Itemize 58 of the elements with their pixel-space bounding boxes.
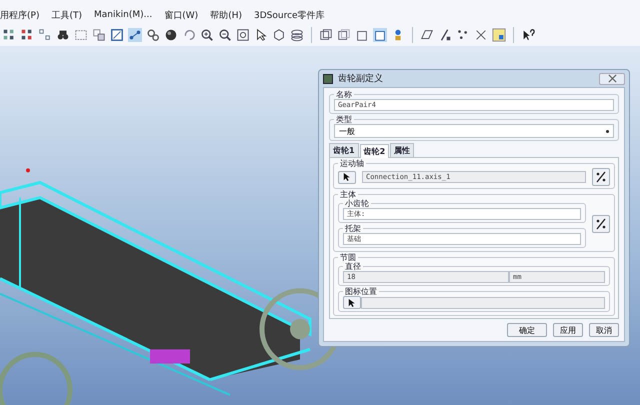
- no-hidden-icon[interactable]: [355, 28, 369, 42]
- dialog-button[interactable]: 应用: [553, 323, 583, 337]
- sphere-icon[interactable]: [164, 28, 178, 42]
- menu-item[interactable]: Manikin(M)...: [94, 10, 152, 20]
- menu-item[interactable]: 窗口(W): [164, 8, 198, 22]
- grid-icon[interactable]: [38, 28, 52, 42]
- grid-icon[interactable]: [20, 28, 34, 42]
- menu-item[interactable]: 帮助(H): [210, 8, 242, 22]
- group-label: 托架: [344, 224, 362, 233]
- dropdown-value: 一般: [339, 126, 355, 136]
- dropdown[interactable]: 一般: [334, 124, 614, 138]
- shaded-cube-icon[interactable]: [373, 28, 387, 42]
- close-button[interactable]: [599, 72, 625, 84]
- window-icon: [323, 74, 333, 84]
- window-icon[interactable]: [110, 28, 124, 42]
- help-icon[interactable]: [521, 28, 535, 42]
- tab[interactable]: 属性: [390, 143, 414, 157]
- cursor-icon[interactable]: [348, 298, 356, 308]
- menu-item[interactable]: 工具(T): [51, 8, 82, 22]
- hidden-line-icon[interactable]: [337, 28, 351, 42]
- window-title: 齿轮副定义: [338, 72, 384, 85]
- stack-icon[interactable]: [290, 28, 304, 42]
- flip-icon[interactable]: [595, 171, 607, 183]
- points-icon[interactable]: [456, 28, 470, 42]
- flip-button[interactable]: [592, 215, 610, 233]
- zoom-in-icon[interactable]: [200, 28, 214, 42]
- zoom-out-icon[interactable]: [218, 28, 232, 42]
- group-label: 直径: [344, 262, 362, 271]
- group-label: 运动轴: [339, 159, 365, 168]
- group-label: 类型: [335, 115, 353, 124]
- text-field[interactable]: [361, 296, 605, 308]
- select-button[interactable]: [338, 170, 356, 184]
- cursor-icon[interactable]: [343, 172, 351, 182]
- group-label: 主体: [339, 190, 357, 199]
- select-button[interactable]: [343, 296, 361, 309]
- wireframe-icon[interactable]: [319, 28, 333, 42]
- group-label: 名称: [335, 90, 353, 99]
- binoculars-icon[interactable]: [56, 28, 70, 42]
- tab[interactable]: 齿轮2: [360, 144, 390, 158]
- axis-icon[interactable]: [438, 28, 452, 42]
- pointer-icon[interactable]: [254, 28, 268, 42]
- annotation-icon[interactable]: [492, 28, 506, 42]
- group-label: 节圆: [339, 253, 357, 262]
- zoom-fit-icon[interactable]: [236, 28, 250, 42]
- flip-button[interactable]: [592, 168, 610, 186]
- flip-icon[interactable]: [595, 218, 607, 230]
- menu-item[interactable]: 3DSource零件库: [254, 8, 325, 22]
- connection-icon[interactable]: [128, 28, 142, 42]
- group-label: 图标位置: [344, 287, 378, 296]
- layers-icon[interactable]: [92, 28, 106, 42]
- plane-icon[interactable]: [420, 28, 434, 42]
- tab[interactable]: 齿轮1: [329, 143, 359, 157]
- group-label: 小齿轮: [344, 199, 370, 208]
- grid-icon[interactable]: [2, 28, 16, 42]
- dialog-button[interactable]: 取消: [589, 323, 619, 337]
- dialog-button[interactable]: 确定: [507, 323, 547, 337]
- close-icon[interactable]: [608, 74, 616, 83]
- menu-item[interactable]: 用程序(P): [0, 8, 40, 22]
